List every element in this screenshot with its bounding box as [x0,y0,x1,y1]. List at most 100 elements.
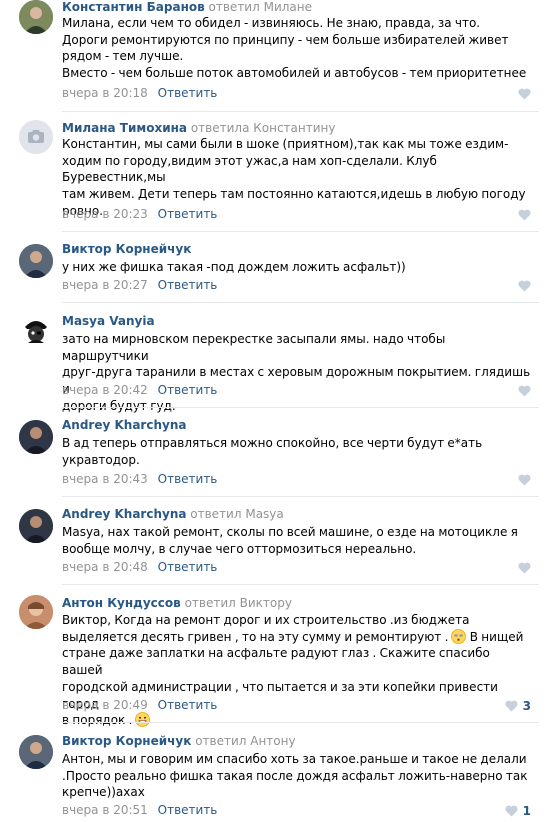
text-line: Милана, если чем то обидел - извиняюсь. … [62,16,481,30]
comment-header: Andrey Kharchyna ответил Masya [62,507,284,522]
pirate-cat-icon [19,313,53,347]
like-button[interactable] [518,208,531,222]
author-name[interactable]: Виктор Корнейчук [62,242,191,256]
comment-date[interactable]: вчера в 20:49 [62,698,148,712]
text-line: Константин, мы сами были в шоке (приятно… [62,137,509,151]
heart-icon [505,700,518,712]
comment-meta: вчера в 20:27 Ответить [62,278,217,293]
comment-header: Виктор Корнейчук ответил Антону [62,734,296,749]
reply-button[interactable]: Ответить [158,383,218,397]
author-name[interactable]: Masya Vanyia [62,314,155,328]
avatar[interactable] [19,120,53,154]
reply-to-label[interactable]: ответил Антону [195,734,295,748]
comment-meta: вчера в 20:43 Ответить [62,472,217,487]
comment-text: Антон, мы и говорим им спасибо хоть за т… [62,751,532,801]
avatar[interactable] [19,509,53,543]
reply-to-label[interactable]: ответил Милане [209,0,312,14]
text-line: Дороги ремонтируются по принципу - чем б… [62,32,509,47]
comment-date[interactable]: вчера в 20:18 [62,86,148,100]
reply-button[interactable]: Ответить [158,803,218,817]
blush-smiley-icon [451,628,467,644]
avatar[interactable] [19,313,53,347]
reply-to-label[interactable]: ответил Masya [190,507,283,521]
text-line: Антон, мы и говорим им спасибо хоть за т… [62,752,527,766]
reply-button[interactable]: Ответить [158,560,218,574]
like-button[interactable]: 1 [505,804,531,818]
like-button[interactable] [518,473,531,487]
heart-icon [518,474,531,486]
text-line: стране даже заплатки на асфальте радуют … [62,646,490,678]
comment-header: Andrey Kharchyna [62,418,186,433]
text-line: ходим по городу,видим этот ужас,а нам хо… [62,153,437,185]
text-line: В ад теперь отправляться можно спокойно,… [62,436,483,450]
comment-date[interactable]: вчера в 20:23 [62,207,148,221]
like-count: 3 [522,699,531,713]
comment-meta: вчера в 20:23 Ответить [62,207,217,222]
comment-header: Антон Кундуссов ответил Виктору [62,596,292,611]
reply-to-label[interactable]: ответила Константину [191,121,336,135]
reply-button[interactable]: Ответить [158,472,218,486]
divider [62,496,539,497]
comment-text: В ад теперь отправляться можно спокойно,… [62,435,532,468]
author-name[interactable]: Антон Кундуссов [62,596,181,610]
like-count: 1 [522,804,531,818]
comment-meta: вчера в 20:51 Ответить [62,803,217,818]
like-button[interactable] [518,561,531,575]
avatar[interactable] [19,0,53,34]
comment-meta: вчера в 20:42 Ответить [62,383,217,398]
author-name[interactable]: Милана Тимохина [62,121,187,135]
comment-date[interactable]: вчера в 20:42 [62,383,148,397]
text-line: рядом - тем лучше. [62,49,184,64]
text-line: Вместо - чем больше поток автомобилей и … [62,66,527,81]
comment-date[interactable]: вчера в 20:43 [62,472,148,486]
comments-list: Константин Баранов ответил Милане Милана… [0,0,551,822]
like-button[interactable]: 3 [505,699,531,713]
comment-header: Милана Тимохина ответила Константину [62,121,335,136]
avatar[interactable] [19,420,53,454]
reply-button[interactable]: Ответить [158,698,218,712]
comment-text: Милана, если чем то обидел - извиняюсь. … [62,15,532,82]
like-button[interactable] [518,384,531,398]
user-photo-icon [19,509,53,543]
reply-to-label[interactable]: ответил Виктору [185,596,292,610]
like-button[interactable] [518,279,531,293]
author-name[interactable]: Andrey Kharchyna [62,507,186,521]
avatar[interactable] [19,595,53,629]
divider [62,584,539,585]
heart-icon [518,88,531,100]
comment-header: Константин Баранов ответил Милане [62,0,312,15]
text-line: у них же фишка такая -под дождем ложить … [62,260,406,274]
author-name[interactable]: Andrey Kharchyna [62,418,186,432]
author-name[interactable]: Виктор Корнейчук [62,734,191,748]
comment-header: Виктор Корнейчук [62,242,191,257]
comment-meta: вчера в 20:49 Ответить [62,698,217,713]
text-line: в порядок . [62,712,532,729]
divider [62,407,539,408]
comment-date[interactable]: вчера в 20:48 [62,560,148,574]
divider [62,231,539,232]
text-segment: В нищей [469,629,524,644]
like-button[interactable] [518,87,531,101]
reply-button[interactable]: Ответить [158,278,218,292]
divider [62,722,539,723]
text-line: Masya, нах такой ремонт, сколы по всей м… [62,525,518,539]
user-photo-icon [19,0,53,34]
text-line: .Просто реально фишка такая после дождя … [62,768,528,783]
text-line: там живем. Дети теперь там постоянно кат… [62,187,526,202]
avatar[interactable] [19,244,53,278]
heart-icon [518,280,531,292]
heart-icon [518,209,531,221]
text-line: зато на мирновском перекрестке засыпали … [62,332,446,363]
comment-date[interactable]: вчера в 20:27 [62,278,148,292]
avatar[interactable] [19,735,53,769]
reply-button[interactable]: Ответить [158,207,218,221]
comment-meta: вчера в 20:18 Ответить [62,86,217,101]
reply-button[interactable]: Ответить [158,86,218,100]
heart-icon [518,385,531,397]
camera-placeholder-icon [19,120,53,154]
user-photo-icon [19,735,53,769]
user-photo-icon [19,244,53,278]
author-name[interactable]: Константин Баранов [62,0,205,14]
text-line: вообще молчу, в случае чего оттормозитьс… [62,541,417,556]
comment-date[interactable]: вчера в 20:51 [62,803,148,817]
